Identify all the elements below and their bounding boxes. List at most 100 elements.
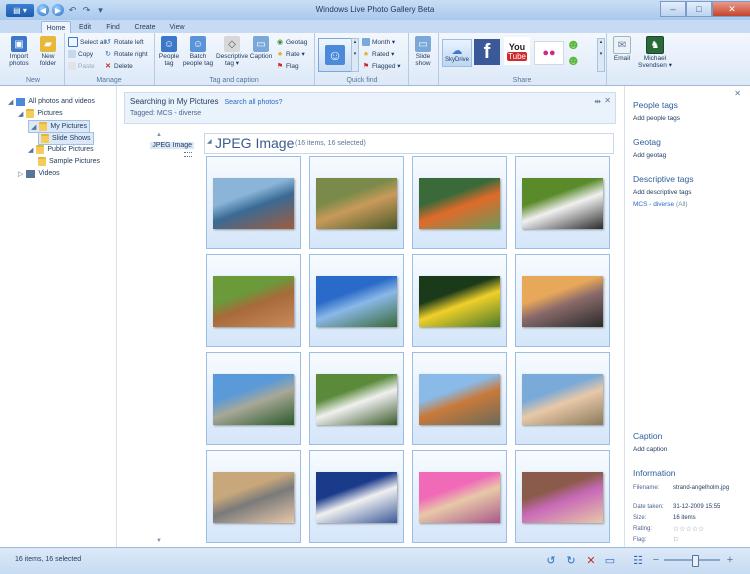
select-all-button[interactable]: Select all <box>68 37 106 47</box>
nav-public-pictures-label: Public Pictures <box>47 146 94 153</box>
geotag-button[interactable]: ◉ Geotag <box>276 37 307 47</box>
add-geotag-link[interactable]: Add geotag <box>633 152 666 159</box>
descriptive-tag-button[interactable]: ◇ Descriptive tag ▾ <box>216 36 248 67</box>
caption-icon: ▭ <box>253 36 269 52</box>
people-tag-button[interactable]: ☺ People tag <box>156 36 182 67</box>
photo-thumbnail-princess-girl[interactable] <box>515 450 610 543</box>
nav-public-pictures[interactable]: ◢ Public Pictures <box>28 144 94 155</box>
rotate-right-icon[interactable]: ↻ <box>565 554 577 567</box>
ribbon: ▣ Import photos ▰ New folder New Select … <box>0 33 750 86</box>
photo-thumbnail-smiling-boy[interactable] <box>515 352 610 445</box>
facebook-icon: f <box>483 40 491 63</box>
delete-icon[interactable]: ✕ <box>585 554 597 567</box>
status-bar: 16 items, 16 selected ↺ ↻ ✕ ▭ ☷ − + <box>0 547 750 574</box>
batch-people-tag-button[interactable]: ☺ Batch people tag <box>182 36 214 67</box>
nav-sample-pictures[interactable]: Sample Pictures <box>38 156 100 167</box>
zoom-slider-thumb[interactable] <box>691 555 699 567</box>
photo-thumbnail-coast-sunset[interactable] <box>206 156 301 249</box>
ribbon-tabs: Home Edit Find Create View <box>0 20 750 34</box>
copy-button[interactable]: Copy <box>68 49 93 59</box>
pin-icon[interactable]: ⇹ <box>594 97 601 106</box>
tab-create[interactable]: Create <box>131 21 159 33</box>
date-taken-value: 31-12-2009 15:55 <box>673 504 721 510</box>
photo-thumbnail-dusk-horizon[interactable] <box>515 254 610 347</box>
close-button[interactable]: ✕ <box>712 1 750 17</box>
flag-info-icon[interactable]: ⚐ <box>673 536 679 544</box>
paste-button[interactable]: Paste <box>68 61 95 71</box>
photo-thumbnail-windmill[interactable] <box>309 450 404 543</box>
import-photos-button[interactable]: ▣ Import photos <box>5 36 33 67</box>
facebook-button[interactable]: f <box>474 39 500 65</box>
zoom-slider[interactable] <box>664 555 720 567</box>
flag-button[interactable]: ⚑ Flag <box>276 61 299 71</box>
minimize-button[interactable]: – <box>660 1 686 17</box>
gallery-scroll[interactable]: ▴ ▾ <box>351 38 359 72</box>
rating-stars[interactable]: ☆☆☆☆☆ <box>673 525 704 533</box>
rotate-right-button[interactable]: ↻ Rotate right <box>104 49 148 59</box>
photo-thumbnail-mountain-cliff[interactable] <box>206 352 301 445</box>
timeline-down-arrow-icon[interactable]: ▼ <box>156 538 162 544</box>
search-tagged: Tagged: MCS - diverse <box>130 110 202 117</box>
photo-thumbnail-knight-child[interactable] <box>206 450 301 543</box>
messenger-button[interactable]: ☻☻ <box>566 36 594 68</box>
group-collapse-icon[interactable]: ◢ <box>207 138 212 145</box>
group-header[interactable]: ◢ JPEG Image (16 items, 16 selected) <box>204 133 614 154</box>
add-descriptive-tags-link[interactable]: Add descriptive tags <box>633 189 692 196</box>
photo-thumbnail-pink-hair-girl[interactable] <box>412 450 507 543</box>
photo-thumbnail-crowned-crane[interactable] <box>515 156 610 249</box>
rate-button[interactable]: ★ Rate ▾ <box>276 49 305 59</box>
delete-button[interactable]: ✕ Delete <box>104 61 133 71</box>
skydrive-button[interactable]: ☁ SkyDrive <box>442 39 472 67</box>
zoom-out-icon[interactable]: − <box>650 554 662 566</box>
email-button[interactable]: ✉ Email <box>608 36 636 62</box>
add-people-tags-link[interactable]: Add people tags <box>633 115 680 122</box>
expand-arrow-icon: ◢ <box>31 123 37 131</box>
flagged-filter-button[interactable]: ⚑ Flagged ▾ <box>362 61 401 71</box>
share-gallery-scroll[interactable]: ▴ ▾ <box>597 38 605 72</box>
zoom-in-icon[interactable]: + <box>724 554 736 566</box>
flickr-button[interactable]: ●● <box>534 41 564 65</box>
timeline-up-arrow-icon[interactable]: ▲ <box>156 132 162 138</box>
maximize-button[interactable]: □ <box>686 1 712 17</box>
slideshow-icon[interactable]: ▭ <box>604 554 616 567</box>
group-share: ☁ SkyDrive f You Tube ●● ☻☻ ▴ ▾ Share <box>438 33 607 85</box>
rated-filter-button[interactable]: ★ Rated ▾ <box>362 49 395 59</box>
tag-entry[interactable]: MCS - diverse (All) <box>633 201 688 208</box>
nav-pictures[interactable]: ◢ Pictures <box>18 108 63 119</box>
rotate-left-label: Rotate left <box>114 38 144 46</box>
tab-view[interactable]: View <box>165 21 189 33</box>
slide-show-button[interactable]: ▭ Slide show <box>409 36 437 67</box>
timeline-marker <box>184 152 192 157</box>
rotate-left-icon[interactable]: ↺ <box>545 554 557 567</box>
tab-edit[interactable]: Edit <box>74 21 96 33</box>
view-details-icon[interactable]: ☷ <box>632 554 644 567</box>
information-heading: Information <box>633 468 676 478</box>
nav-videos[interactable]: ▷ Videos <box>18 168 60 179</box>
photo-thumbnail-white-dog[interactable] <box>309 352 404 445</box>
new-folder-button[interactable]: ▰ New folder <box>34 36 62 67</box>
rotate-left-button[interactable]: ↺ Rotate left <box>104 37 144 47</box>
close-info-pane-icon[interactable]: ✕ <box>734 89 741 98</box>
search-all-link[interactable]: Search all photos? <box>224 99 282 106</box>
filename-value: strand-angelholm.jpg <box>673 485 730 491</box>
photo-thumbnail-blue-sky-field[interactable] <box>309 254 404 347</box>
caption-button[interactable]: ▭ Caption <box>249 36 273 60</box>
youtube-button[interactable]: You Tube <box>504 37 530 65</box>
photo-thumbnail-kid-in-boat[interactable] <box>412 156 507 249</box>
photo-thumbnail-cheetah[interactable] <box>309 156 404 249</box>
people-filter-gallery[interactable]: ☺ <box>318 38 352 72</box>
video-icon <box>26 169 36 178</box>
photo-thumbnail-alpaca[interactable] <box>206 254 301 347</box>
month-filter-button[interactable]: Month ▾ <box>362 37 395 47</box>
close-search-icon[interactable]: ✕ <box>604 96 611 105</box>
account-button[interactable]: ♞ Michael Svendsen ▾ <box>638 36 672 69</box>
group-title: JPEG Image <box>215 135 295 151</box>
tab-find[interactable]: Find <box>102 21 124 33</box>
timeline-label[interactable]: JPEG Image <box>150 142 194 149</box>
group-new-label: New <box>25 77 40 84</box>
add-caption-link[interactable]: Add caption <box>633 446 667 453</box>
group-quick-find-label: Quick find <box>346 77 378 84</box>
photo-thumbnail-playground-child[interactable] <box>412 352 507 445</box>
nav-all-photos[interactable]: ◢ All photos and videos <box>8 96 95 107</box>
photo-thumbnail-yellow-lilies[interactable] <box>412 254 507 347</box>
